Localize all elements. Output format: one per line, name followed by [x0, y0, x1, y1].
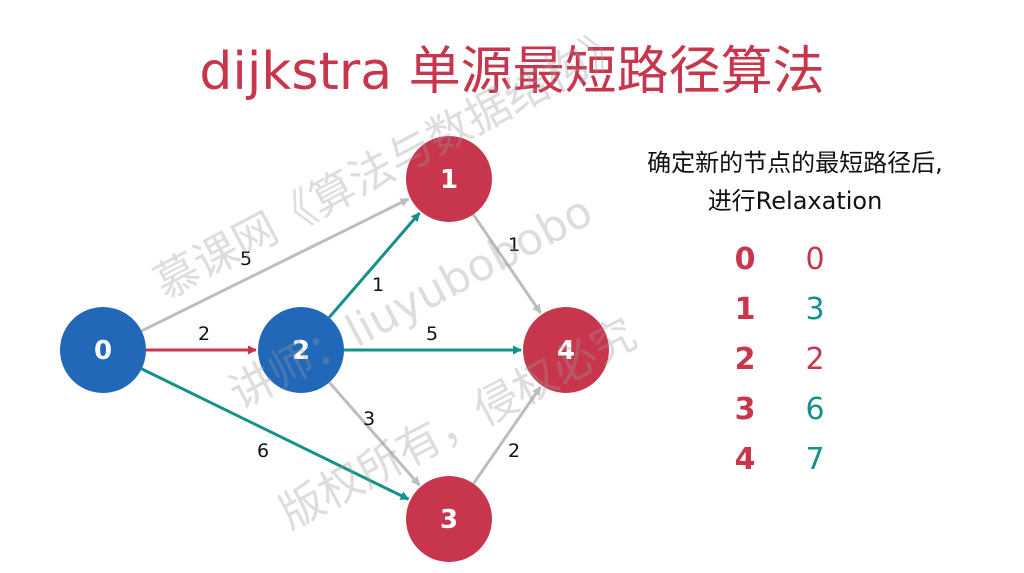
distance-value: 6: [805, 392, 825, 427]
distance-row-4: 47: [730, 440, 850, 480]
node-label-3: 3: [440, 505, 458, 535]
distance-row-2: 22: [730, 340, 850, 380]
distance-value: 0: [805, 242, 825, 277]
watermark-line-1: 慕课网《算法与数据结构》: [146, 17, 636, 310]
distance-node: 4: [734, 442, 756, 477]
distance-row-3: 36: [730, 390, 850, 430]
distance-row-0: 00: [730, 240, 850, 280]
node-label-1: 1: [440, 165, 458, 195]
edge-weight-2-3: 3: [363, 408, 375, 430]
distance-node: 1: [734, 292, 756, 327]
distance-node: 0: [734, 242, 756, 277]
edge-weight-0-2: 2: [198, 323, 210, 345]
distance-value: 2: [805, 342, 825, 377]
node-0: 0: [60, 307, 146, 393]
node-label-0: 0: [94, 336, 112, 366]
distance-row-1: 13: [730, 290, 850, 330]
node-3: 3: [406, 476, 492, 562]
watermark: 慕课网《算法与数据结构》 讲师：liuyubobobo 版权所有，侵权必究: [146, 17, 645, 540]
distance-node: 2: [734, 342, 756, 377]
edge-weight-2-4: 5: [426, 323, 438, 345]
distance-value: 7: [805, 442, 825, 477]
distance-node: 3: [734, 392, 756, 427]
graph-diagram: 52615312 01234 慕课网《算法与数据结构》 讲师：liuyubobo…: [60, 17, 645, 562]
distance-value: 3: [805, 292, 825, 327]
edge-weight-3-4: 2: [508, 440, 520, 462]
edge-weight-0-3: 6: [257, 440, 269, 462]
